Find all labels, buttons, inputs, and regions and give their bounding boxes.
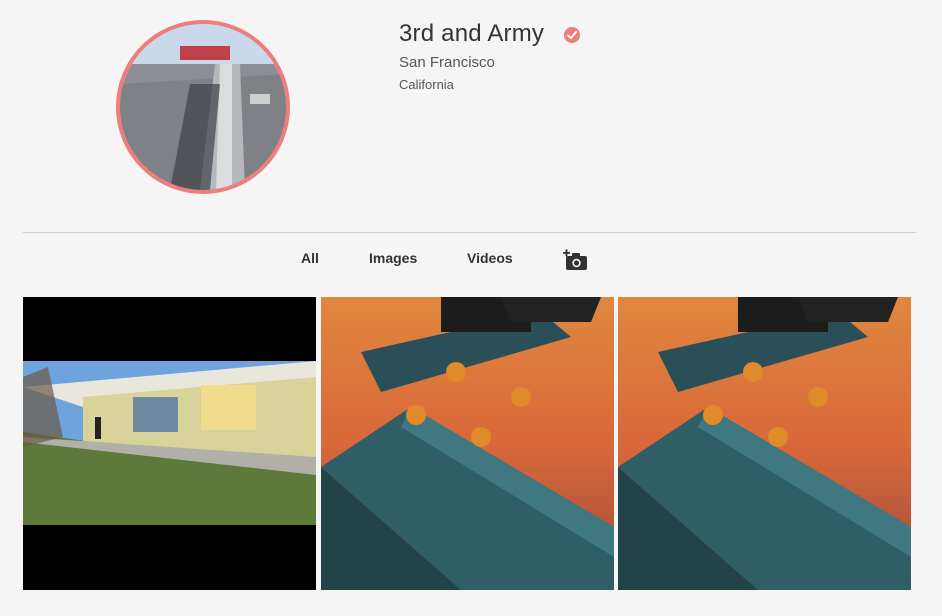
profile-divider (23, 232, 916, 233)
profile-state: California (399, 77, 454, 92)
tab-videos[interactable]: Videos (467, 250, 513, 266)
tab-all[interactable]: All (301, 250, 319, 266)
profile-name: 3rd and Army (399, 20, 545, 47)
verified-check-icon (564, 27, 580, 43)
gallery-image-tile[interactable] (321, 297, 614, 590)
profile-city: San Francisco (399, 54, 495, 71)
add-photo-camera-icon[interactable] (563, 249, 588, 271)
gallery-image-tile[interactable] (618, 297, 911, 590)
profile-avatar[interactable] (116, 20, 290, 194)
tab-images[interactable]: Images (369, 250, 417, 266)
gallery-video-tile[interactable] (23, 297, 316, 590)
